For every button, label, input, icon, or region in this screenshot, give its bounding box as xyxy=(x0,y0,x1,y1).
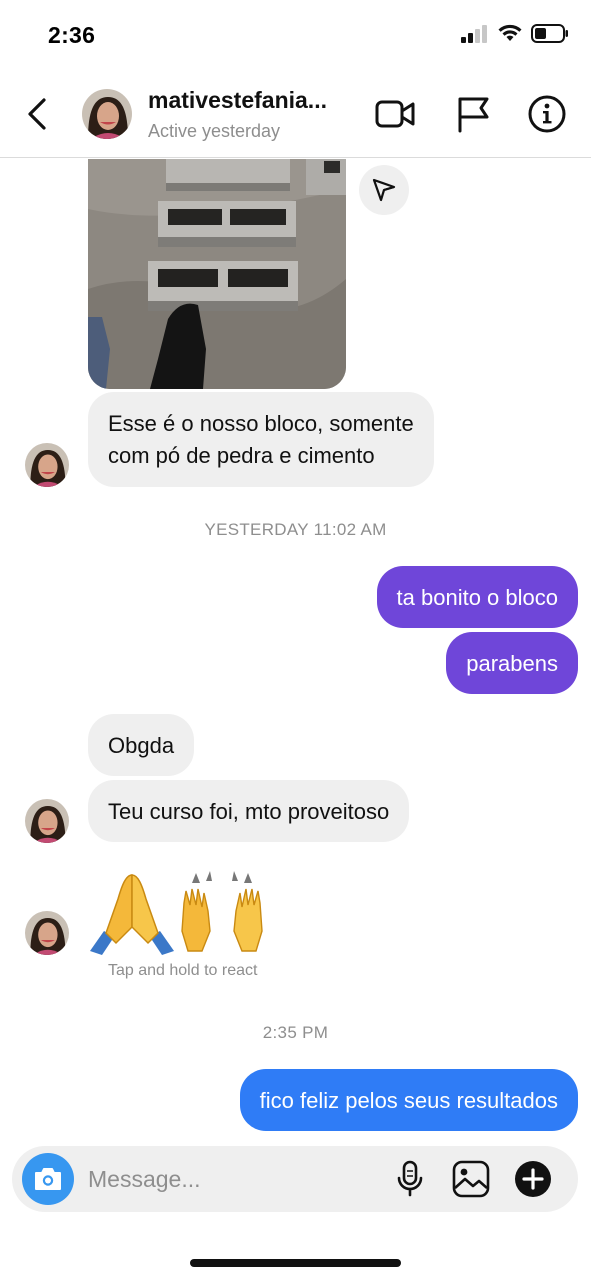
plus-circle-icon xyxy=(515,1161,551,1197)
react-hint: Tap and hold to react xyxy=(108,962,258,979)
cellular-signal-icon xyxy=(461,24,487,43)
sender-avatar[interactable] xyxy=(25,911,69,955)
contact-status: Active yesterday xyxy=(148,121,281,141)
avatar-photo xyxy=(82,89,132,139)
send-icon xyxy=(372,178,396,202)
status-icons xyxy=(461,24,569,43)
info-icon xyxy=(528,95,566,133)
concrete-blocks-photo xyxy=(88,159,346,389)
battery-icon xyxy=(531,24,568,43)
message-composer xyxy=(12,1146,578,1212)
camera-icon xyxy=(35,1168,61,1190)
gallery-icon xyxy=(452,1160,490,1198)
home-indicator[interactable] xyxy=(190,1259,401,1267)
report-button[interactable] xyxy=(454,94,494,134)
chat-header: mativestefania... Active yesterday xyxy=(0,72,591,158)
voice-message-button[interactable] xyxy=(389,1158,431,1200)
contact-avatar[interactable] xyxy=(82,89,132,139)
raising-hands-icon xyxy=(181,871,263,952)
camera-button[interactable] xyxy=(22,1153,74,1205)
emoji-message[interactable]: 🙏🙌 xyxy=(88,871,268,957)
incoming-message-1[interactable]: Esse é o nosso bloco, somente com pó de … xyxy=(88,392,434,487)
incoming-message-2[interactable]: Obgda xyxy=(88,714,195,776)
chevron-left-icon xyxy=(28,98,46,130)
contact-name[interactable]: mativestefania... xyxy=(148,87,327,114)
message-timestamp: 2:35 PM xyxy=(262,1023,329,1042)
outgoing-message-3[interactable]: fico feliz pelos seus resultados xyxy=(239,1069,578,1131)
status-time: 2:36 xyxy=(48,22,96,48)
sender-avatar[interactable] xyxy=(25,443,69,487)
video-call-button[interactable] xyxy=(375,94,415,134)
message-line: com pó de pedra e cimento xyxy=(108,442,375,468)
outgoing-message-2[interactable]: parabens xyxy=(446,632,578,694)
video-camera-icon xyxy=(375,100,415,128)
message-line: Esse é o nosso bloco, somente xyxy=(108,410,414,436)
outgoing-message-1[interactable]: ta bonito o bloco xyxy=(376,566,578,628)
avatar-photo xyxy=(25,799,69,843)
message-input[interactable] xyxy=(88,1146,378,1212)
status-bar: 2:36 xyxy=(0,0,591,72)
gallery-button[interactable] xyxy=(450,1158,492,1200)
praying-hands-icon xyxy=(90,874,174,955)
message-timestamp: YESTERDAY 11:02 AM xyxy=(204,520,387,539)
avatar-photo xyxy=(25,443,69,487)
back-button[interactable] xyxy=(20,94,54,134)
wifi-icon xyxy=(498,24,522,41)
share-photo-button[interactable] xyxy=(359,165,409,215)
info-button[interactable] xyxy=(527,94,567,134)
microphone-icon xyxy=(397,1160,423,1197)
avatar-photo xyxy=(25,911,69,955)
incoming-message-3[interactable]: Teu curso foi, mto proveitoso xyxy=(88,780,410,842)
more-options-button[interactable] xyxy=(512,1158,554,1200)
flag-icon xyxy=(458,97,489,133)
message-thread[interactable]: Esse é o nosso bloco, somente com pó de … xyxy=(0,159,591,1144)
sender-avatar[interactable] xyxy=(25,799,69,843)
shared-photo-message[interactable] xyxy=(88,159,346,389)
